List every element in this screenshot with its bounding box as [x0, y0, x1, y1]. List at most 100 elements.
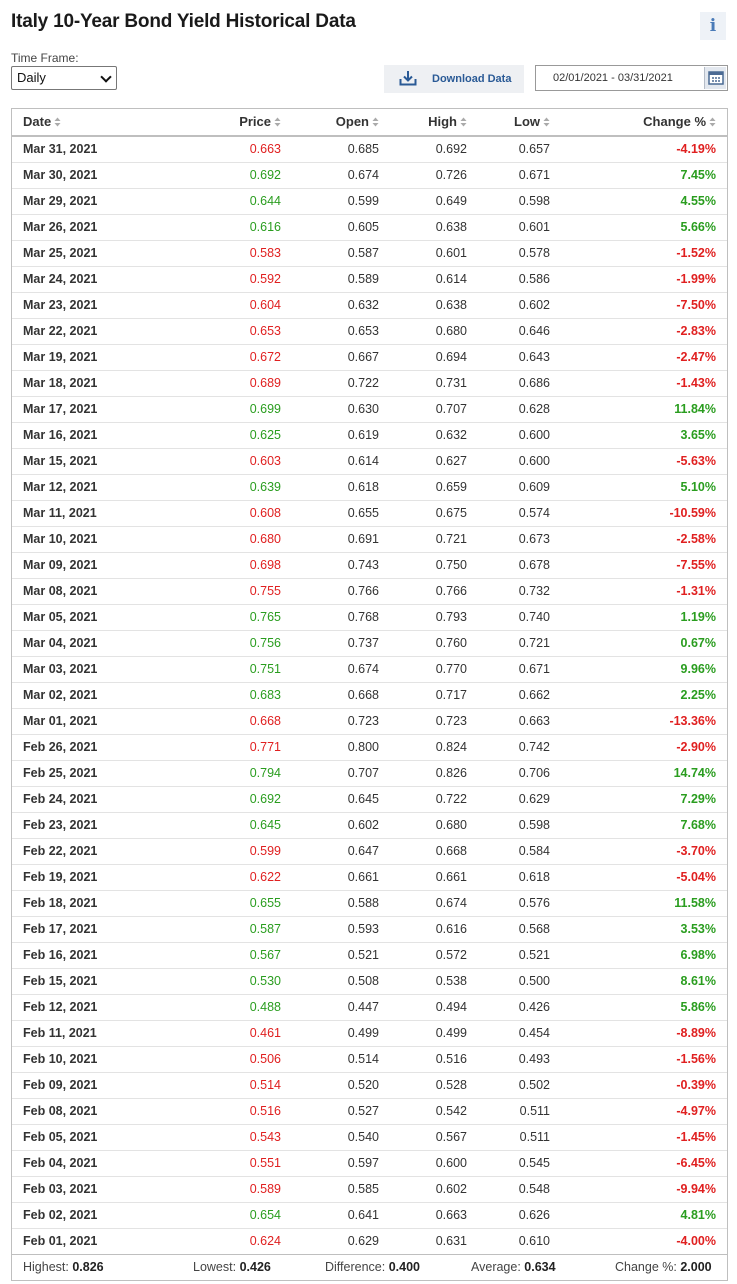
cell-open: 0.527: [292, 1098, 390, 1125]
cell-date: Mar 04, 2021: [12, 630, 182, 657]
sort-icon: [543, 115, 550, 130]
table-row: Mar 19, 2021 0.672 0.667 0.694 0.643 -2.47%: [12, 344, 727, 371]
table-row: Mar 05, 2021 0.765 0.768 0.793 0.740 1.19%: [12, 604, 727, 631]
cell-open: 0.668: [292, 682, 390, 709]
cell-price: 0.583: [182, 240, 292, 267]
cell-open: 0.655: [292, 500, 390, 527]
date-range-picker[interactable]: 02/01/2021 - 03/31/2021: [535, 65, 728, 91]
table-row: Feb 08, 2021 0.516 0.527 0.542 0.511 -4.97%: [12, 1098, 727, 1125]
cell-high: 0.627: [390, 448, 478, 475]
table-row: Feb 17, 2021 0.587 0.593 0.616 0.568 3.53%: [12, 916, 727, 943]
cell-price: 0.756: [182, 630, 292, 657]
cell-price: 0.653: [182, 318, 292, 345]
table-row: Feb 24, 2021 0.692 0.645 0.722 0.629 7.29%: [12, 786, 727, 813]
column-header-label: Low: [514, 113, 540, 129]
cell-high: 0.721: [390, 526, 478, 553]
cell-low: 0.600: [478, 448, 561, 475]
summary-lowest: Lowest: 0.426: [193, 1260, 271, 1274]
cell-high: 0.638: [390, 214, 478, 241]
cell-price: 0.692: [182, 786, 292, 813]
cell-low: 0.678: [478, 552, 561, 579]
cell-low: 0.602: [478, 292, 561, 319]
cell-low: 0.568: [478, 916, 561, 943]
cell-high: 0.567: [390, 1124, 478, 1151]
cell-change: -5.63%: [561, 448, 727, 475]
table-row: Mar 22, 2021 0.653 0.653 0.680 0.646 -2.83%: [12, 318, 727, 345]
cell-open: 0.514: [292, 1046, 390, 1073]
cell-open: 0.641: [292, 1202, 390, 1229]
cell-open: 0.766: [292, 578, 390, 605]
cell-price: 0.683: [182, 682, 292, 709]
cell-low: 0.721: [478, 630, 561, 657]
summary-average-value: 0.634: [524, 1260, 556, 1274]
cell-open: 0.588: [292, 890, 390, 917]
cell-low: 0.626: [478, 1202, 561, 1229]
table-row: Mar 30, 2021 0.692 0.674 0.726 0.671 7.45%: [12, 162, 727, 189]
column-header-change[interactable]: Change %: [561, 109, 727, 137]
column-header-high[interactable]: High: [390, 109, 478, 137]
table-row: Feb 01, 2021 0.624 0.629 0.631 0.610 -4.00%: [12, 1228, 727, 1254]
cell-low: 0.618: [478, 864, 561, 891]
cell-high: 0.824: [390, 734, 478, 761]
column-header-low[interactable]: Low: [478, 109, 561, 137]
cell-date: Feb 23, 2021: [12, 812, 182, 839]
cell-open: 0.768: [292, 604, 390, 631]
cell-open: 0.508: [292, 968, 390, 995]
cell-change: 4.55%: [561, 188, 727, 215]
cell-low: 0.646: [478, 318, 561, 345]
summary-change: Change %: 2.000: [615, 1260, 712, 1274]
cell-change: -13.36%: [561, 708, 727, 735]
timeframe-value: Daily: [17, 70, 46, 85]
cell-open: 0.521: [292, 942, 390, 969]
table-row: Feb 18, 2021 0.655 0.588 0.674 0.576 11.58%: [12, 890, 727, 917]
cell-date: Feb 26, 2021: [12, 734, 182, 761]
table-row: Feb 23, 2021 0.645 0.602 0.680 0.598 7.68%: [12, 812, 727, 839]
cell-low: 0.521: [478, 942, 561, 969]
cell-date: Mar 05, 2021: [12, 604, 182, 631]
cell-open: 0.661: [292, 864, 390, 891]
column-header-price[interactable]: Price: [182, 109, 292, 137]
cell-low: 0.732: [478, 578, 561, 605]
download-data-button[interactable]: Download Data: [384, 65, 524, 93]
cell-high: 0.632: [390, 422, 478, 449]
cell-price: 0.625: [182, 422, 292, 449]
calendar-icon[interactable]: [704, 67, 726, 89]
cell-open: 0.589: [292, 266, 390, 293]
cell-change: 11.58%: [561, 890, 727, 917]
cell-date: Feb 22, 2021: [12, 838, 182, 865]
cell-price: 0.543: [182, 1124, 292, 1151]
table-row: Mar 10, 2021 0.680 0.691 0.721 0.673 -2.58%: [12, 526, 727, 553]
table-row: Mar 04, 2021 0.756 0.737 0.760 0.721 0.67%: [12, 630, 727, 657]
timeframe-select[interactable]: Daily: [11, 66, 117, 90]
table-row: Mar 16, 2021 0.625 0.619 0.632 0.600 3.65%: [12, 422, 727, 449]
table-row: Feb 26, 2021 0.771 0.800 0.824 0.742 -2.90%: [12, 734, 727, 761]
cell-low: 0.609: [478, 474, 561, 501]
table-row: Feb 02, 2021 0.654 0.641 0.663 0.626 4.81%: [12, 1202, 727, 1229]
cell-price: 0.765: [182, 604, 292, 631]
cell-open: 0.707: [292, 760, 390, 787]
cell-price: 0.608: [182, 500, 292, 527]
cell-high: 0.694: [390, 344, 478, 371]
column-header-date[interactable]: Date: [12, 109, 182, 137]
cell-high: 0.542: [390, 1098, 478, 1125]
cell-change: -8.89%: [561, 1020, 727, 1047]
cell-high: 0.499: [390, 1020, 478, 1047]
cell-date: Feb 12, 2021: [12, 994, 182, 1021]
cell-low: 0.671: [478, 162, 561, 189]
summary-average-label: Average:: [471, 1260, 521, 1274]
cell-high: 0.680: [390, 812, 478, 839]
cell-change: 7.29%: [561, 786, 727, 813]
cell-high: 0.675: [390, 500, 478, 527]
cell-change: 6.98%: [561, 942, 727, 969]
cell-open: 0.737: [292, 630, 390, 657]
cell-price: 0.599: [182, 838, 292, 865]
column-header-open[interactable]: Open: [292, 109, 390, 137]
cell-change: -2.47%: [561, 344, 727, 371]
cell-date: Mar 16, 2021: [12, 422, 182, 449]
download-data-label: Download Data: [432, 73, 512, 85]
table-row: Mar 03, 2021 0.751 0.674 0.770 0.671 9.96%: [12, 656, 727, 683]
cell-price: 0.689: [182, 370, 292, 397]
info-icon[interactable]: i: [700, 12, 726, 40]
cell-price: 0.488: [182, 994, 292, 1021]
cell-high: 0.766: [390, 578, 478, 605]
